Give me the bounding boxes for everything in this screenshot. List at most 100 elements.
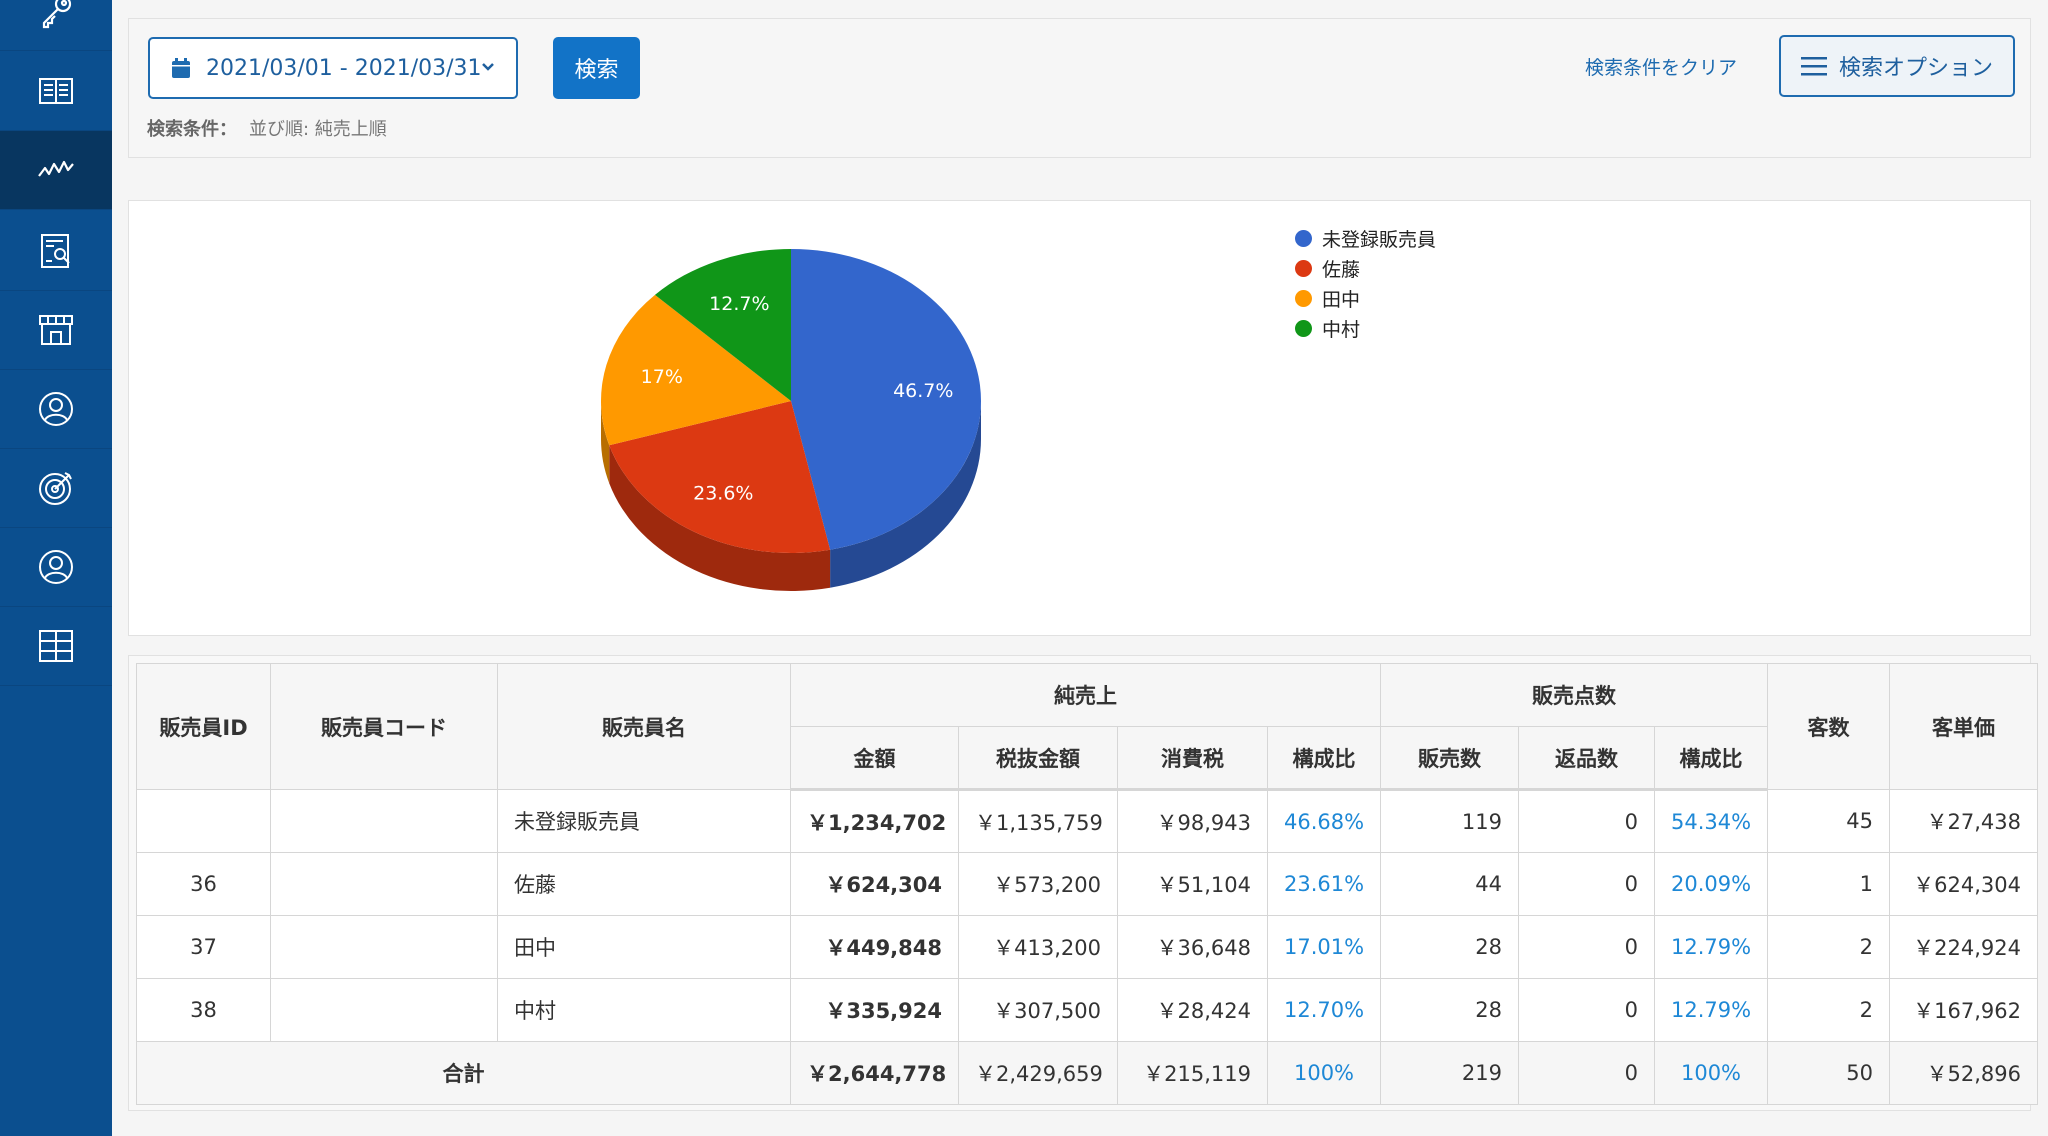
cell-returned: 0	[1518, 789, 1655, 853]
user-circle-icon	[39, 392, 73, 426]
cell-staff-name: 佐藤	[497, 852, 791, 916]
report-search-icon	[41, 234, 70, 268]
chart-panel: 46.7% 23.6% 17% 12.7% 未登録販売員 佐藤 田中 中村	[128, 200, 2031, 636]
header-amount: 金額	[790, 726, 959, 791]
nav-item-analytics[interactable]	[0, 131, 112, 210]
cell-units-ratio-link[interactable]: 20.09%	[1654, 852, 1768, 916]
calendar-icon	[172, 58, 190, 78]
table-row: 未登録販売員 ￥1,234,702 ￥1,135,759 ￥98,943 46.68% 1…	[136, 789, 2038, 853]
search-options-label: 検索オプション	[1839, 56, 1994, 81]
cell-ratio-link[interactable]: 23.61%	[1267, 852, 1381, 916]
legend-label: 中村	[1322, 318, 1361, 341]
user-circle-icon	[39, 550, 73, 584]
table-row: 37 田中 ￥449,848 ￥413,200 ￥36,648 17.01% 28 0 12.7…	[136, 915, 2038, 979]
legend-item: 田中	[1295, 283, 1436, 313]
header-staff-name: 販売員名	[497, 663, 791, 790]
table-row: 36 佐藤 ￥624,304 ￥573,200 ￥51,104 23.61% 44 0 20.0…	[136, 852, 2038, 916]
total-avg-spend: ￥52,896	[1889, 1041, 2038, 1105]
legend-swatch	[1295, 319, 1312, 337]
sidebar	[0, 0, 112, 1136]
key-icon	[42, 0, 72, 29]
cell-staff-name: 未登録販売員	[497, 789, 791, 853]
legend-label: 田中	[1322, 288, 1361, 311]
cell-avg-spend: ￥624,304	[1889, 852, 2038, 916]
total-label: 合計	[136, 1041, 791, 1105]
total-ratio-link[interactable]: 100%	[1267, 1041, 1381, 1105]
header-staff-id: 販売員ID	[136, 663, 271, 790]
search-options-button[interactable]: 検索オプション	[1779, 35, 2015, 97]
search-conditions: 検索条件： 並び順: 純売上順	[147, 115, 387, 141]
search-button[interactable]: 検索	[553, 37, 640, 99]
nav-item-key[interactable]	[0, 0, 112, 51]
cell-staff-id: 36	[136, 852, 271, 916]
nav-item-users[interactable]	[0, 370, 112, 449]
pie-slice-label: 17%	[641, 366, 683, 388]
nav-item-target[interactable]	[0, 449, 112, 528]
legend-swatch	[1295, 259, 1312, 277]
cell-customers: 45	[1767, 789, 1890, 853]
grid-icon	[39, 630, 73, 662]
nav-item-store[interactable]	[0, 291, 112, 370]
header-customers: 客数	[1767, 663, 1890, 790]
target-icon	[39, 472, 72, 505]
cell-customers: 2	[1767, 978, 1890, 1042]
cell-sold: 28	[1380, 978, 1519, 1042]
cell-staff-id	[136, 789, 271, 853]
cell-amount: ￥624,304	[790, 852, 959, 916]
cell-avg-spend: ￥224,924	[1889, 915, 2038, 979]
header-ratio: 構成比	[1267, 726, 1381, 791]
cell-customers: 1	[1767, 852, 1890, 916]
header-pretax: 税抜金額	[958, 726, 1118, 791]
cell-units-ratio-link[interactable]: 54.34%	[1654, 789, 1768, 853]
pie-slice-label: 46.7%	[893, 380, 953, 402]
pie-chart: 46.7% 23.6% 17% 12.7%	[601, 249, 981, 591]
total-sold: 219	[1380, 1041, 1519, 1105]
clear-conditions-link[interactable]: 検索条件をクリア	[1585, 53, 1737, 80]
total-returned: 0	[1518, 1041, 1655, 1105]
cell-sold: 28	[1380, 915, 1519, 979]
menu-icon	[1801, 57, 1827, 76]
cell-staff-code	[270, 852, 498, 916]
cell-staff-id: 38	[136, 978, 271, 1042]
table-row: 38 中村 ￥335,924 ￥307,500 ￥28,424 12.70% 28 0 12.7…	[136, 978, 2038, 1042]
cell-pretax: ￥573,200	[958, 852, 1118, 916]
legend-label: 佐藤	[1322, 258, 1361, 281]
legend-label: 未登録販売員	[1322, 228, 1437, 251]
chart-legend: 未登録販売員 佐藤田中中村	[1295, 223, 1436, 343]
cell-staff-code	[270, 915, 498, 979]
conditions-label: 検索条件：	[147, 119, 237, 140]
cell-units-ratio-link[interactable]: 12.79%	[1654, 915, 1768, 979]
legend-item: 佐藤	[1295, 253, 1436, 283]
legend-item: 中村	[1295, 313, 1436, 343]
cell-tax: ￥28,424	[1117, 978, 1268, 1042]
cell-amount: ￥449,848	[790, 915, 959, 979]
cell-returned: 0	[1518, 978, 1655, 1042]
total-units-ratio-link[interactable]: 100%	[1654, 1041, 1768, 1105]
cell-tax: ￥36,648	[1117, 915, 1268, 979]
table-total-row: 合計 ￥2,644,778 ￥2,429,659 ￥215,119 100% 219 0 10…	[136, 1041, 2038, 1105]
pie-slice-label: 12.7%	[709, 293, 769, 315]
cell-avg-spend: ￥167,962	[1889, 978, 2038, 1042]
nav-item-book[interactable]	[0, 52, 112, 131]
legend-swatch	[1295, 229, 1312, 247]
total-amount: ￥2,644,778	[790, 1041, 959, 1105]
nav-item-grid[interactable]	[0, 607, 112, 686]
cell-units-ratio-link[interactable]: 12.79%	[1654, 978, 1768, 1042]
cell-ratio-link[interactable]: 46.68%	[1267, 789, 1381, 853]
total-pretax: ￥2,429,659	[958, 1041, 1118, 1105]
chevron-down-icon	[482, 63, 494, 71]
nav-item-account[interactable]	[0, 528, 112, 607]
cell-ratio-link[interactable]: 12.70%	[1267, 978, 1381, 1042]
cell-pretax: ￥1,135,759	[958, 789, 1118, 853]
date-range-picker[interactable]: 2021/03/01 - 2021/03/31	[148, 37, 518, 99]
cell-amount: ￥335,924	[790, 978, 959, 1042]
cell-ratio-link[interactable]: 17.01%	[1267, 915, 1381, 979]
nav-item-report[interactable]	[0, 212, 112, 291]
cell-sold: 119	[1380, 789, 1519, 853]
chart-line-icon	[38, 160, 74, 177]
cell-sold: 44	[1380, 852, 1519, 916]
date-range-value: 2021/03/01 - 2021/03/31	[206, 55, 482, 81]
search-panel: 2021/03/01 - 2021/03/31 検索 検索条件をクリア 検索オプ…	[128, 18, 2031, 158]
cell-pretax: ￥413,200	[958, 915, 1118, 979]
header-staff-code: 販売員コード	[270, 663, 498, 790]
